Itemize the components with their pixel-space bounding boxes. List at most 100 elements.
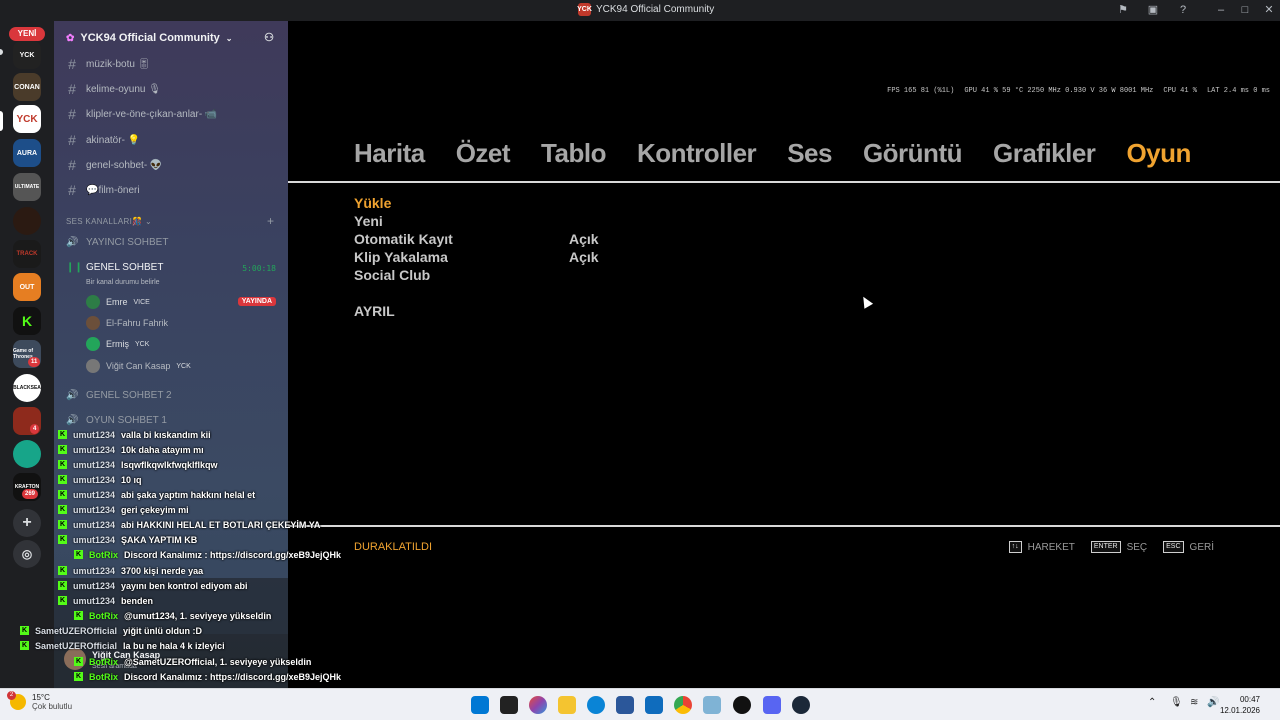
store-icon[interactable] [616, 696, 634, 714]
inbox-icon[interactable]: ▣ [1146, 3, 1160, 17]
channel-film-oneri[interactable]: # 💬film-öneri [66, 181, 139, 199]
esc-key-icon: ESC [1163, 541, 1184, 553]
avatar [86, 295, 100, 309]
tab-ses[interactable]: Ses [787, 138, 832, 169]
hash-icon: # [68, 182, 76, 198]
steam-icon[interactable] [792, 696, 810, 714]
maximize-icon[interactable]: □ [1238, 3, 1252, 17]
channel-status[interactable]: Bir kanal durumu belirle [86, 279, 160, 286]
server-header[interactable]: ✿ YCK94 Official Community ⌄ ⚇ [54, 21, 288, 55]
server-icon[interactable]: BLACKSEA [13, 374, 41, 402]
chat-message: K SametUZEROfficial la bu ne hala 4 k izle… [20, 638, 225, 653]
channel-kelime-oyunu[interactable]: # kelime-oyunu 🎙 [66, 80, 161, 98]
server-icon[interactable]: OUT [13, 273, 41, 301]
flag-icon[interactable]: ⚑ [1116, 3, 1130, 17]
server-icon[interactable]: CONAN [13, 73, 41, 101]
voice-user[interactable]: Viğit Can Kasap YCK [86, 358, 191, 374]
menu-item-social-club[interactable]: Social Club [354, 267, 430, 283]
server-icon[interactable] [13, 207, 41, 235]
tab-grafikler[interactable]: Grafikler [993, 138, 1096, 169]
divider-bottom [288, 525, 1280, 527]
tab-tablo[interactable]: Tablo [541, 138, 606, 169]
clock[interactable]: 00:47 12.01.2026 [1220, 694, 1260, 716]
server-icon[interactable]: YCK [13, 41, 41, 69]
tab-ozet[interactable]: Özet [456, 138, 511, 169]
close-icon[interactable]: ✕ [1262, 3, 1276, 17]
start-icon[interactable] [471, 696, 489, 714]
app-icon[interactable] [703, 696, 721, 714]
server-label: TRACK [16, 251, 38, 257]
server-icon[interactable]: TRACK [13, 240, 41, 268]
cpu-readout: CPU 41 % [1163, 87, 1197, 95]
copilot-icon[interactable] [529, 696, 547, 714]
hash-icon: # [68, 106, 76, 122]
autosave-value[interactable]: Açık [569, 231, 599, 247]
server-icon[interactable]: AURA [13, 139, 41, 167]
obs-icon[interactable] [733, 696, 751, 714]
menu-item-clip[interactable]: Klip Yakalama [354, 249, 448, 265]
menu-item-quit[interactable]: AYRIL [354, 303, 395, 319]
title-bar: YCK YCK94 Official Community ⚑ ▣ ? – □ ✕ [0, 0, 1280, 21]
voice-channel-oyun-1[interactable]: 🔊 OYUN SOHBET 1 [66, 415, 167, 426]
channel-label: kelime-oyunu 🎙 [86, 83, 161, 95]
channel-akinator[interactable]: # akinatör- 💡 [66, 131, 140, 149]
channel-klipler[interactable]: # klipler-ve-öne-çıkan-anlar- 📹 [66, 105, 217, 123]
kick-icon: K [74, 550, 83, 559]
task-view-icon[interactable] [500, 696, 518, 714]
tab-harita[interactable]: Harita [354, 138, 425, 169]
chat-user: umut1234 [73, 534, 116, 545]
tab-oyun[interactable]: Oyun [1126, 138, 1191, 169]
help-icon[interactable]: ? [1176, 3, 1190, 17]
voice-channel-genel-2[interactable]: 🔊 GENEL SOHBET 2 [66, 390, 172, 401]
volume-icon[interactable]: 🔊 [1207, 697, 1219, 708]
discord-icon[interactable] [763, 696, 781, 714]
voice-channel-yayinci[interactable]: 🔊 YAYINCI SOHBET [66, 237, 168, 248]
chat-user: BotRix [89, 671, 118, 682]
discover-icon[interactable]: ◎ [13, 540, 41, 568]
server-label: YCK [16, 113, 38, 125]
chevron-up-icon[interactable]: ⌃ [1148, 697, 1156, 708]
enter-key-icon: ENTER [1090, 541, 1121, 553]
voice-user[interactable]: El-Fahru Fahrik [86, 315, 168, 331]
add-channel-icon[interactable]: + [267, 214, 274, 228]
server-rail: YENİ YCK CONAN YCK AURA ULTIMATE TRACK O… [0, 21, 54, 688]
chat-text: yayını ben kontrol ediyom abi [121, 580, 248, 591]
server-icon-active[interactable]: YCK [13, 105, 41, 133]
latency-readout: LAT 2.4 ms 0 ms [1206, 87, 1270, 95]
tab-goruntu[interactable]: Görüntü [863, 138, 963, 169]
channel-muzik-botu[interactable]: # müzik-botu 🎚 [66, 55, 150, 73]
voice-category[interactable]: SES KANALLARI🎊 ⌄ [66, 217, 152, 226]
chat-text: @umut1234, 1. seviyeye yükseldin [124, 610, 272, 621]
menu-item-new[interactable]: Yeni [354, 213, 383, 229]
tab-kontroller[interactable]: Kontroller [637, 138, 757, 169]
edge-icon[interactable] [587, 696, 605, 714]
server-label: OUT [19, 283, 35, 291]
voice-user[interactable]: Emre VICE [86, 294, 150, 310]
chat-text: @SametUZEROfficial, 1. seviyeye yükseldi… [124, 656, 312, 667]
hash-icon: # [68, 132, 76, 148]
voice-channel-genel[interactable]: ❙❙ GENEL SOHBET [66, 262, 163, 273]
menu-item-load[interactable]: Yükle [354, 195, 391, 211]
server-icon[interactable]: K [13, 307, 41, 335]
server-icon[interactable] [13, 440, 41, 468]
weather-widget[interactable]: 2 15°C Çok bulutlu [7, 691, 72, 711]
selected-indicator [0, 111, 3, 131]
wifi-icon[interactable]: ≋ [1190, 697, 1198, 708]
server-icon[interactable]: ULTIMATE [13, 173, 41, 201]
kick-icon: K [58, 505, 67, 514]
file-explorer-icon[interactable] [558, 696, 576, 714]
clock-time: 00:47 [1239, 695, 1260, 704]
add-server-icon[interactable]: + [13, 509, 41, 537]
channel-label: GENEL SOHBET [86, 262, 164, 273]
voice-user[interactable]: Ermiş YCK [86, 336, 149, 352]
clip-value[interactable]: Açık [569, 249, 599, 265]
hash-icon: # [68, 56, 76, 72]
user-name: Ermiş [106, 339, 129, 349]
chrome-icon[interactable] [674, 696, 692, 714]
invite-icon[interactable]: ⚇ [264, 31, 274, 44]
minimize-icon[interactable]: – [1214, 3, 1228, 17]
menu-item-autosave[interactable]: Otomatik Kayıt [354, 231, 453, 247]
outlook-icon[interactable] [645, 696, 663, 714]
channel-genel-sohbet[interactable]: # genel-sohbet- 👽 [66, 156, 162, 174]
microphone-icon[interactable]: 🎙 [1170, 697, 1183, 708]
